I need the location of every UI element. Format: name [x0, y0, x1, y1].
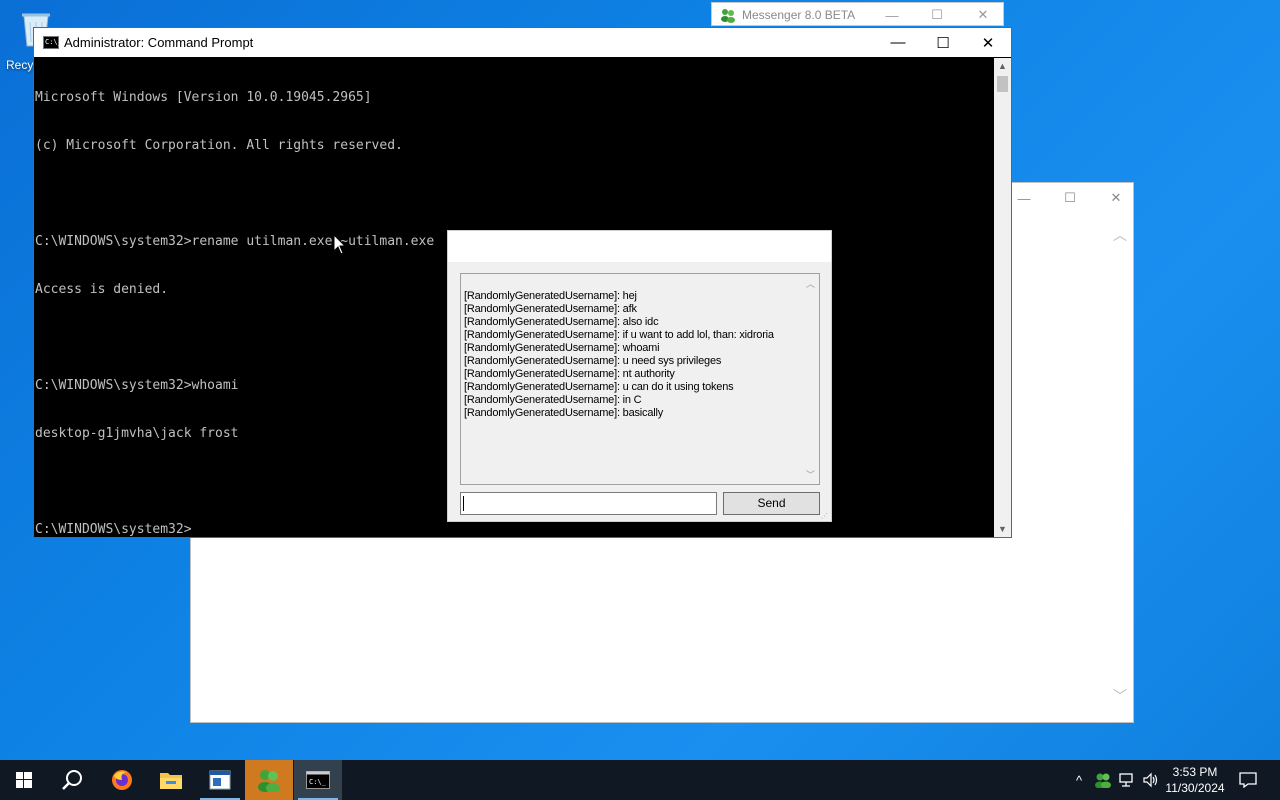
resize-grip-icon[interactable]: ⋰	[821, 512, 829, 520]
cmd-close-button[interactable]: ✕	[965, 28, 1011, 57]
chat-log-scrollbar[interactable]: ︿ ﹀	[802, 274, 819, 484]
send-button[interactable]: Send	[723, 492, 820, 515]
taskbar-firefox[interactable]	[98, 760, 146, 800]
background-maximize-button[interactable]: ☐	[1047, 186, 1093, 210]
chat-dialog-titlebar[interactable]	[448, 231, 831, 262]
clock-date: 11/30/2024	[1165, 781, 1225, 795]
windows-logo-icon	[16, 772, 32, 788]
chat-message-log[interactable]: [RandomlyGeneratedUsername]: hej [Random…	[460, 273, 820, 485]
background-scrollbar[interactable]: ︿ ﹀	[1111, 221, 1133, 712]
cmd-minimize-button[interactable]: —	[875, 28, 921, 57]
file-explorer-icon	[160, 773, 182, 789]
messenger-minimize-button[interactable]: —	[869, 3, 915, 27]
taskbar-messenger[interactable]	[245, 760, 293, 800]
messenger-icon	[720, 7, 736, 23]
console-line: (c) Microsoft Corporation. All rights re…	[35, 138, 403, 153]
taskbar-command-prompt[interactable]: C:\_	[294, 760, 342, 800]
system-clock[interactable]: 3:53 PM 11/30/2024	[1158, 764, 1232, 796]
cmd-scroll-up-arrow[interactable]: ▲	[994, 58, 1011, 74]
chat-message: [RandomlyGeneratedUsername]: afk	[464, 303, 637, 315]
scroll-up-arrow[interactable]: ︿	[1113, 225, 1127, 245]
chat-message: [RandomlyGeneratedUsername]: whoami	[464, 342, 660, 354]
chat-message: [RandomlyGeneratedUsername]: hej	[464, 290, 637, 302]
window-app-icon	[209, 770, 231, 790]
chat-message-input[interactable]	[460, 492, 717, 515]
messenger-window-title: Messenger 8.0 BETA	[742, 8, 856, 22]
chat-message: [RandomlyGeneratedUsername]: in C	[464, 394, 642, 406]
desktop-icon-label: Recy	[6, 58, 34, 72]
cmd-titlebar[interactable]: C:\_ Administrator: Command Prompt — ☐ ✕	[34, 28, 1011, 57]
cmd-maximize-button[interactable]: ☐	[920, 28, 966, 57]
network-icon[interactable]	[1116, 760, 1138, 800]
chat-scroll-up-arrow[interactable]: ︿	[802, 277, 819, 290]
clock-time: 3:53 PM	[1172, 765, 1218, 779]
cmd-window-title: Administrator: Command Prompt	[64, 35, 254, 50]
text-caret	[463, 496, 464, 511]
messenger-icon	[258, 770, 280, 792]
messenger-maximize-button[interactable]: ☐	[914, 3, 960, 27]
console-line: Microsoft Windows [Version 10.0.19045.29…	[35, 90, 372, 105]
cmd-scroll-thumb[interactable]	[997, 76, 1008, 92]
notification-icon	[1239, 772, 1257, 788]
messenger-window-titlebar[interactable]: Messenger 8.0 BETA — ☐ ✕	[711, 2, 1004, 26]
taskbar-file-explorer[interactable]	[147, 760, 195, 800]
cmd-scrollbar[interactable]: ▲ ▼	[994, 58, 1011, 537]
cmd-scroll-down-arrow[interactable]: ▼	[994, 521, 1011, 537]
chat-scroll-down-arrow[interactable]: ﹀	[802, 468, 819, 481]
firefox-icon	[112, 770, 132, 790]
chat-message: [RandomlyGeneratedUsername]: also idc	[464, 316, 659, 328]
search-icon	[62, 770, 82, 790]
chat-message: [RandomlyGeneratedUsername]: u need sys …	[464, 355, 722, 367]
chat-message: [RandomlyGeneratedUsername]: nt authorit…	[464, 368, 675, 380]
messenger-close-button[interactable]: ✕	[960, 3, 1006, 27]
svg-text:C:\_: C:\_	[309, 778, 327, 786]
command-prompt-icon: C:\_	[306, 771, 330, 789]
taskbar: C:\_ ^ 3:53 PM 11/30/2024	[0, 760, 1280, 800]
background-close-button[interactable]: ✕	[1093, 186, 1139, 210]
command-prompt-icon: C:\_	[43, 36, 62, 49]
notification-center-button[interactable]	[1236, 760, 1260, 800]
scroll-down-arrow[interactable]: ﹀	[1113, 686, 1127, 706]
chat-dialog[interactable]: [RandomlyGeneratedUsername]: hej [Random…	[447, 230, 832, 522]
messenger-tray-icon[interactable]	[1092, 760, 1114, 800]
mouse-cursor-icon	[333, 233, 347, 256]
search-button[interactable]	[48, 760, 96, 800]
show-hidden-icons-button[interactable]: ^	[1068, 760, 1090, 800]
chat-message: [RandomlyGeneratedUsername]: if u want t…	[464, 329, 774, 341]
start-button[interactable]	[0, 760, 48, 800]
taskbar-window-app[interactable]	[196, 760, 244, 800]
console-prompt-line[interactable]: C:\WINDOWS\system32>	[35, 522, 994, 538]
chat-message: [RandomlyGeneratedUsername]: u can do it…	[464, 381, 734, 393]
chat-message: [RandomlyGeneratedUsername]: basically	[464, 407, 664, 419]
